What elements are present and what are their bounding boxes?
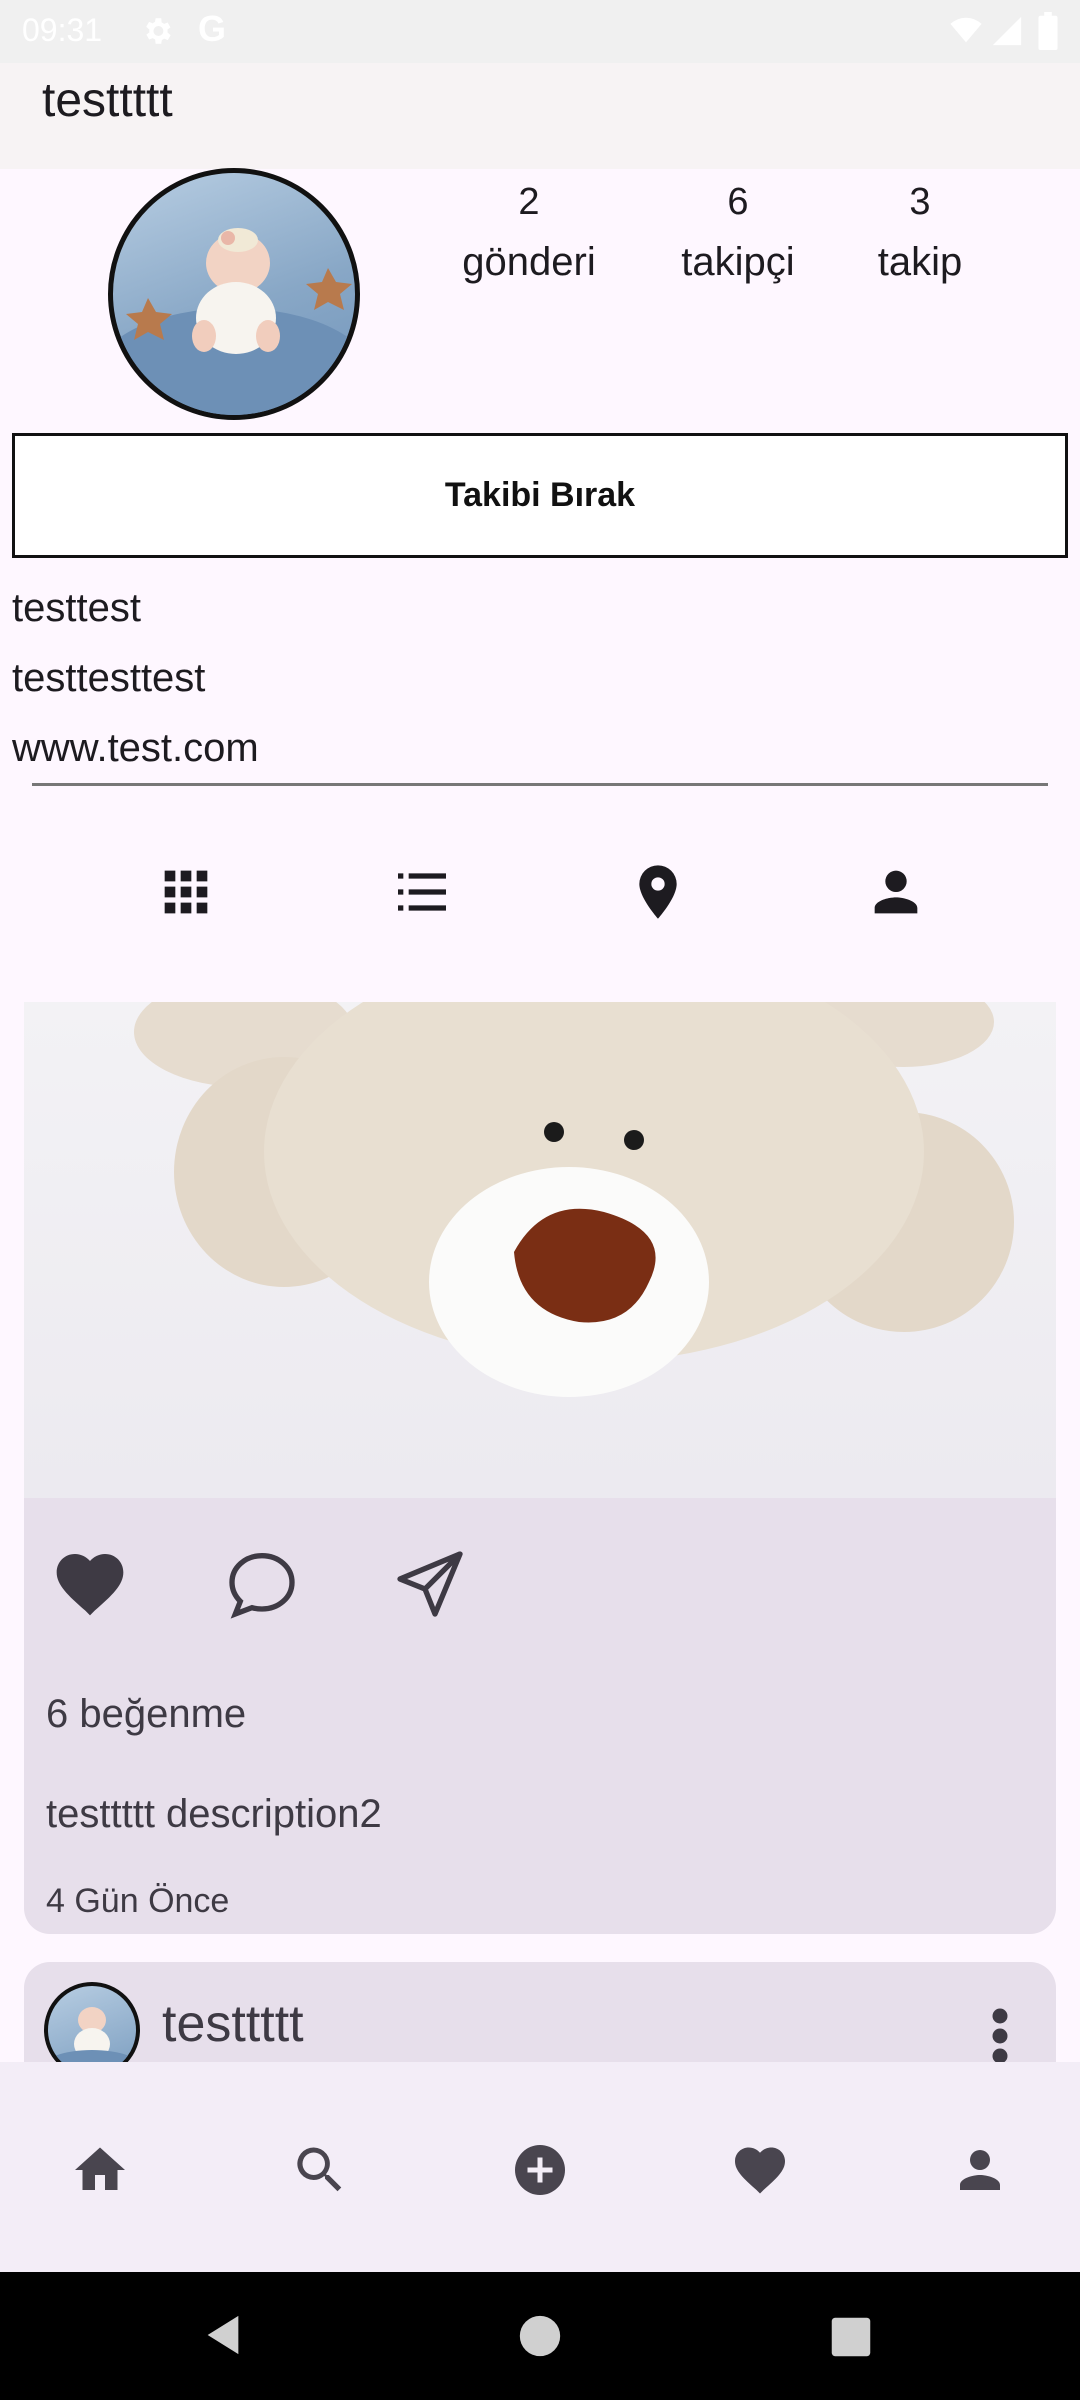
status-bar: 09:31 G [0, 0, 1080, 63]
post-caption: testtttt description2 [46, 1792, 382, 1836]
likes-count: 6 beğenme [46, 1692, 247, 1736]
status-time: 09:31 [22, 12, 103, 48]
back-icon[interactable] [200, 2312, 246, 2358]
page-title: testtttt [42, 74, 173, 127]
stat-posts[interactable]: 2 gönderi [446, 172, 612, 285]
search-icon[interactable] [290, 2140, 350, 2200]
person-icon[interactable] [864, 860, 928, 924]
divider [32, 783, 1048, 786]
heart-icon[interactable] [730, 2140, 790, 2200]
home-button-icon[interactable] [518, 2314, 562, 2358]
post-timestamp: 4 Gün Önce [46, 1882, 230, 1920]
bio-text: testtesttest [12, 656, 206, 700]
stat-posts-count: 2 [518, 181, 540, 223]
send-icon[interactable] [390, 1544, 470, 1624]
more-options-icon[interactable] [988, 2006, 1012, 2066]
app-bar: testtttt [0, 63, 1080, 169]
list-icon[interactable] [390, 860, 454, 924]
stat-posts-label: gönderi [462, 240, 596, 284]
stat-following-label: takip [877, 240, 963, 284]
bio-website-link[interactable]: www.test.com [12, 726, 259, 771]
bio-name: testtest [12, 586, 141, 630]
wifi-icon [950, 17, 982, 43]
stat-following[interactable]: 3 takip [860, 172, 980, 285]
stat-followers-label: takipçi [681, 240, 795, 284]
battery-icon [1038, 12, 1058, 50]
home-icon[interactable] [70, 2140, 130, 2200]
grid-icon[interactable] [154, 860, 218, 924]
comment-icon[interactable] [222, 1544, 302, 1624]
system-nav-bar [0, 2272, 1080, 2400]
location-pin-icon[interactable] [626, 860, 690, 924]
teddy-bear-photo [134, 1002, 1014, 1397]
add-circle-icon[interactable] [510, 2140, 570, 2200]
post-card: 6 beğenme testtttt description2 4 Gün Ön… [24, 1002, 1056, 1934]
post-image[interactable] [24, 1002, 1056, 1498]
stat-followers-count: 6 [727, 181, 749, 223]
unfollow-button[interactable]: Takibi Bırak [12, 433, 1068, 558]
stat-following-count: 3 [909, 181, 931, 223]
recents-icon[interactable] [830, 2316, 872, 2358]
signal-icon [992, 16, 1022, 46]
profile-icon[interactable] [950, 2140, 1010, 2200]
google-icon: G [198, 8, 227, 49]
post-author-name[interactable]: testtttt [162, 1994, 304, 2054]
baby-photo [113, 228, 355, 415]
settings-icon [146, 18, 171, 44]
profile-avatar[interactable] [108, 168, 360, 420]
like-heart-icon[interactable] [50, 1544, 130, 1624]
stat-followers[interactable]: 6 takipçi [660, 172, 816, 285]
